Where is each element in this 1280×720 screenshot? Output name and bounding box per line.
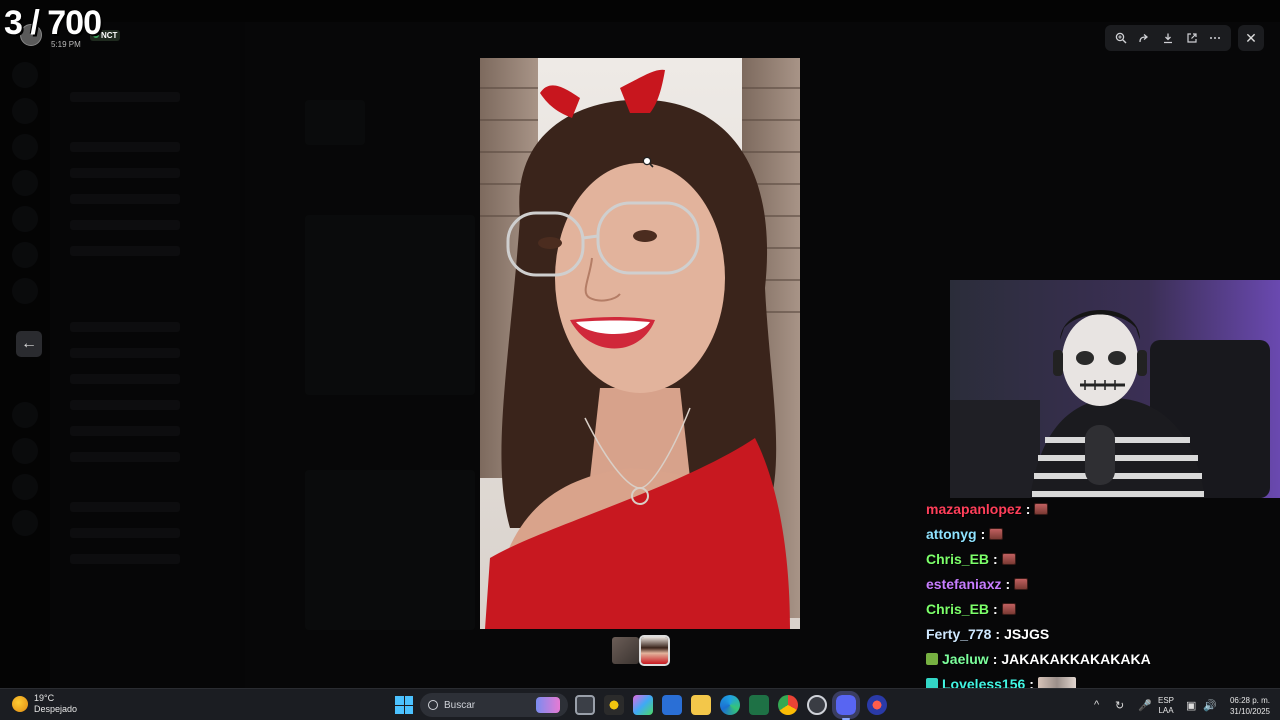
arrow-left-icon: ←	[21, 335, 37, 352]
app-icon[interactable]	[867, 695, 887, 715]
microphone-icon[interactable]: 🎤	[1138, 689, 1152, 720]
download-icon[interactable]	[1158, 28, 1178, 48]
clock-time: 06:28 p. m.	[1229, 696, 1270, 705]
edge-icon[interactable]	[720, 695, 740, 715]
chat-username: attonyg	[926, 525, 977, 542]
close-icon: ✕	[1245, 29, 1257, 46]
chat-username: Chris_EB	[926, 550, 990, 567]
chat-badge-icon	[926, 652, 938, 665]
sync-icon[interactable]: ↻	[1115, 689, 1124, 720]
zoom-in-icon[interactable]	[1111, 28, 1131, 48]
previous-image-button[interactable]: ←	[16, 331, 42, 357]
app-icon[interactable]	[604, 695, 624, 715]
weather-description: Despejado	[34, 704, 78, 714]
chat-message: Ferty_778 : JSJGS	[926, 625, 1050, 642]
chat-message: Jaeluw : JAKAKAKKAKAKAKA	[926, 646, 1280, 671]
image-thumbnails	[612, 635, 670, 666]
taskbar-search[interactable]: Buscar	[420, 693, 568, 717]
open-external-icon[interactable]	[1182, 28, 1202, 48]
streamer-cam	[950, 280, 1280, 498]
chat-message: Chris_EB :	[926, 546, 1280, 571]
start-button[interactable]	[395, 696, 413, 714]
chat-username: Chris_EB	[926, 600, 990, 617]
emote-icon	[989, 527, 1004, 540]
chat-username: Jaeluw	[942, 650, 989, 667]
emote-icon	[1034, 502, 1049, 515]
copilot-icon[interactable]	[633, 695, 653, 715]
thumbnail-active[interactable]	[639, 635, 670, 666]
chat-username: Ferty_778	[926, 625, 992, 642]
search-icon	[428, 700, 438, 710]
tray-overflow-icon[interactable]: ^	[1094, 689, 1099, 720]
language-indicator[interactable]: ESP LAA	[1158, 696, 1174, 716]
search-highlight-icon	[536, 697, 560, 713]
windows-taskbar: 19°C Despejado Buscar ^ ↻ 🎤 ESP LAA ▣ 🔊 …	[0, 688, 1280, 720]
more-icon[interactable]	[1205, 28, 1225, 48]
chrome-icon[interactable]	[778, 695, 798, 715]
chat-message: Chris_EB :	[926, 596, 1280, 621]
stream-counter: 3 / 700	[4, 4, 102, 42]
file-explorer-icon[interactable]	[691, 695, 711, 715]
lightbox-image[interactable]	[480, 58, 800, 629]
zoom-cursor-icon	[642, 155, 654, 168]
chat-username: estefaniaxz	[926, 575, 1002, 592]
volume-icon[interactable]: 🔊	[1203, 689, 1217, 720]
chat-message: estefaniaxz :	[926, 571, 1280, 596]
portrait-photo	[480, 58, 800, 629]
chat-message: mazapanlopez :	[926, 496, 1280, 521]
emote-icon	[1001, 552, 1016, 565]
excel-icon[interactable]	[749, 695, 769, 715]
weather-temperature: 19°C	[34, 693, 55, 703]
discord-icon[interactable]	[832, 691, 860, 719]
taskbar-clock[interactable]: 06:28 p. m. 31/10/2025	[1224, 695, 1270, 717]
webcam-overlay	[950, 280, 1280, 498]
stream-chat: mazapanlopez : attonyg : Chris_EB : este…	[926, 496, 1280, 696]
thumbnail[interactable]	[612, 637, 639, 664]
emote-icon	[1014, 577, 1029, 590]
chat-username: mazapanlopez	[926, 500, 1022, 517]
store-icon[interactable]	[662, 695, 682, 715]
search-placeholder: Buscar	[444, 699, 476, 711]
screen: NCT 5:19 PM 3 / 700 ← ✕ mazapanlopez: a…	[0, 0, 1280, 720]
close-button[interactable]: ✕	[1238, 25, 1264, 51]
chat-text: JAKAKAKKAKAKAKA	[1001, 650, 1151, 667]
emote-icon	[1001, 602, 1016, 615]
viewer-toolbar	[1105, 25, 1231, 51]
clock-date: 31/10/2025	[1229, 707, 1270, 716]
weather-sun-icon	[12, 696, 28, 712]
app-icon[interactable]	[807, 695, 827, 715]
weather-widget[interactable]: 19°C Despejado	[12, 693, 77, 715]
chat-text: JSJGS	[1004, 625, 1050, 642]
task-view-icon[interactable]	[575, 695, 595, 715]
network-icon[interactable]: ▣	[1186, 689, 1196, 720]
forward-icon[interactable]	[1134, 28, 1154, 48]
chat-message: attonyg :	[926, 521, 1280, 546]
